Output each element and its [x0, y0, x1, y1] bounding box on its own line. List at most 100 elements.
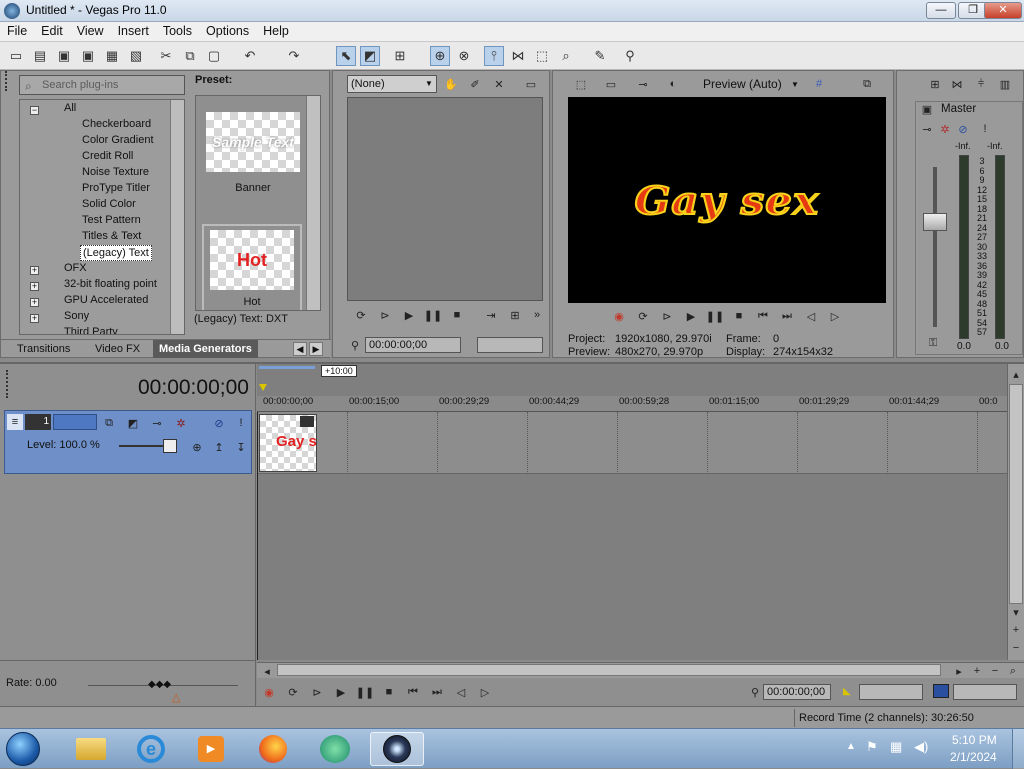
dim-output-icon[interactable]: ⫩	[973, 76, 989, 92]
tree-item-titles-text[interactable]: Titles & Text	[82, 230, 141, 242]
preview-quality[interactable]: Preview (Auto)	[703, 77, 782, 91]
play-from-start-icon[interactable]: ⊳	[377, 307, 393, 323]
record-icon[interactable]: ◉	[261, 684, 277, 700]
master-window-icon[interactable]: ▣	[919, 101, 935, 117]
close-icon[interactable]: ✕	[491, 76, 507, 92]
paste-icon[interactable]: ▢	[204, 46, 224, 66]
media-player-icon[interactable]: ▶	[184, 732, 238, 766]
network-icon[interactable]: ▦	[890, 739, 902, 755]
auto-ripple-icon[interactable]: ⊕	[430, 46, 450, 66]
tree-item-legacy-text[interactable]: (Legacy) Text	[80, 245, 152, 261]
menu-options[interactable]: Options	[199, 22, 256, 40]
timeline-workspace[interactable]: +10:00 00:00:00;00 00:00:15;00 00:00:29;…	[257, 364, 1007, 660]
open-folder-icon[interactable]: ▤	[30, 46, 50, 66]
tab-video-fx[interactable]: Video FX	[89, 340, 146, 358]
go-to-start-icon[interactable]: ⏮	[755, 308, 771, 324]
tree-item-credit-roll[interactable]: Credit Roll	[82, 150, 133, 162]
make-parent-icon[interactable]: ↥	[211, 439, 227, 455]
monitor-icon[interactable]: ▭	[523, 76, 539, 92]
preview-frame[interactable]: Gay sex	[568, 97, 886, 303]
channel-meters-icon[interactable]: ▥	[997, 76, 1013, 92]
show-desktop-button[interactable]	[1012, 729, 1024, 769]
clock-date[interactable]: 2/1/2024	[950, 750, 997, 764]
menu-view[interactable]: View	[70, 22, 111, 40]
play-from-start-icon[interactable]: ⊳	[309, 684, 325, 700]
tree-item-color-gradient[interactable]: Color Gradient	[82, 134, 154, 146]
normal-edit-tool-icon[interactable]: ⬉	[336, 46, 356, 66]
trim-icon[interactable]: ⊞	[507, 307, 523, 323]
properties-icon[interactable]: ▧	[126, 46, 146, 66]
stop-icon[interactable]: ■	[449, 307, 465, 323]
copy-snapshot-icon[interactable]: ⧉	[859, 76, 875, 92]
redo-icon[interactable]: ↷	[284, 46, 304, 66]
more-icon[interactable]: »	[529, 307, 545, 323]
time-ruler[interactable]: 00:00:00;00 00:00:15;00 00:00:29;29 00:0…	[257, 396, 1007, 412]
zoom-out-icon[interactable]: −	[987, 663, 1003, 679]
tab-media-generators[interactable]: Media Generators	[153, 340, 258, 358]
loop-region-bar[interactable]	[259, 366, 315, 369]
tree-item-sony[interactable]: Sony	[64, 310, 89, 322]
camtasia-icon[interactable]	[308, 732, 362, 766]
clip-fx-icon[interactable]	[300, 416, 314, 427]
menu-insert[interactable]: Insert	[111, 22, 156, 40]
go-to-end-icon[interactable]: ⏭	[779, 308, 795, 324]
tree-expand-icon[interactable]: +	[30, 298, 39, 307]
media-clip[interactable]: Gay s	[259, 414, 317, 472]
make-child-icon[interactable]: ↧	[233, 439, 249, 455]
pause-icon[interactable]: ❚❚	[706, 308, 724, 324]
cut-icon[interactable]: ✂	[156, 46, 176, 66]
panel-grip[interactable]	[5, 71, 11, 91]
undo-icon[interactable]: ↶	[240, 46, 260, 66]
master-insert-fx-icon[interactable]: ⊸	[919, 121, 935, 137]
tree-item-test-pattern[interactable]: Test Pattern	[82, 214, 141, 226]
tree-expand-icon[interactable]: +	[30, 314, 39, 323]
add-to-timeline-icon[interactable]: ⇥	[483, 307, 499, 323]
fx-bypass-icon[interactable]: ⊸	[635, 76, 651, 92]
trimmer-canvas[interactable]	[347, 97, 543, 301]
solo-icon[interactable]: !	[233, 415, 249, 431]
timeline-hscroll[interactable]: ◂ ▸ + − ⌕	[257, 662, 1024, 678]
volume-icon[interactable]: ◀)	[914, 739, 928, 755]
crossfade-icon[interactable]: ⋈	[508, 46, 528, 66]
region-icon[interactable]	[933, 684, 949, 698]
hand-icon[interactable]: ✋	[443, 76, 459, 92]
search-plugins-input[interactable]: Search plug-ins	[19, 75, 185, 95]
start-button[interactable]	[6, 732, 40, 766]
mixer-properties-icon[interactable]: ⊞	[927, 76, 943, 92]
next-frame-icon[interactable]: ▷	[477, 684, 493, 700]
tree-item-third-party[interactable]: Third Party	[64, 326, 118, 334]
hscroll-thumb[interactable]	[277, 664, 941, 676]
preset-thumb-banner[interactable]: Sample Text	[206, 112, 300, 172]
rate-slider-handle[interactable]: ◆◆◆	[148, 679, 171, 690]
split-screen-icon[interactable]: ◐	[665, 76, 681, 92]
tree-item-gpu-accelerated[interactable]: GPU Accelerated	[64, 294, 148, 306]
trimmer-length-field[interactable]	[477, 337, 543, 353]
tree-item-ofx[interactable]: OFX	[64, 262, 87, 274]
master-fx-icon[interactable]: ✲	[937, 121, 953, 137]
tree-scrollbar[interactable]	[170, 100, 184, 334]
tree-expand-icon[interactable]: +	[30, 266, 39, 275]
tree-item-solid-color[interactable]: Solid Color	[82, 198, 136, 210]
level-slider-handle[interactable]	[163, 439, 177, 453]
loop-icon[interactable]: ⟳	[353, 307, 369, 323]
action-center-flag-icon[interactable]: ⚑	[866, 739, 878, 755]
zoom-tool-icon[interactable]: ⌕	[1005, 663, 1021, 679]
timeline-grip[interactable]	[6, 370, 12, 398]
pause-icon[interactable]: ❚❚	[356, 684, 374, 700]
track-fx-gear-icon[interactable]: ✲	[173, 415, 189, 431]
vegas-pro-taskbar-icon[interactable]	[370, 732, 424, 766]
selection-length-field[interactable]	[859, 684, 923, 700]
transport-timecode[interactable]: 00:00:00;00	[763, 684, 831, 700]
compositing-icon[interactable]: ⊸	[149, 415, 165, 431]
marker-icon[interactable]	[259, 384, 267, 391]
scroll-up-icon[interactable]: ▴	[1008, 366, 1024, 382]
tree-item-protype-titler[interactable]: ProType Titler	[82, 182, 150, 194]
render-icon[interactable]: ▦	[102, 46, 122, 66]
tab-scroll-left[interactable]: ◀	[293, 342, 307, 356]
tree-item-32bit[interactable]: 32-bit floating point	[64, 278, 157, 290]
zoom-in-icon[interactable]: +	[1008, 622, 1024, 638]
firefox-icon[interactable]	[246, 732, 300, 766]
menu-edit[interactable]: Edit	[34, 22, 70, 40]
play-icon[interactable]: ▶	[401, 307, 417, 323]
explorer-icon[interactable]	[64, 732, 118, 766]
